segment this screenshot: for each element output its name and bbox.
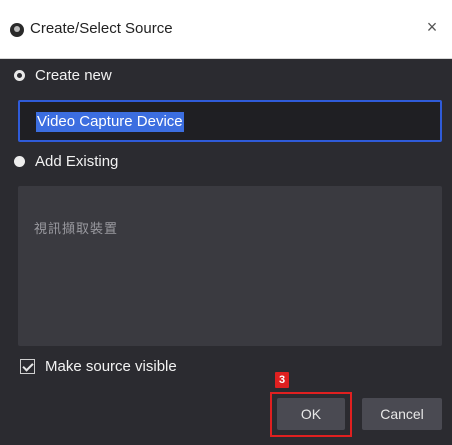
- add-existing-option[interactable]: Add Existing: [14, 153, 118, 170]
- make-visible-label: Make source visible: [45, 358, 177, 375]
- window-title: Create/Select Source: [30, 20, 173, 37]
- ok-highlight-box: [270, 392, 352, 437]
- checkbox-checked-icon[interactable]: [20, 359, 35, 374]
- create-new-option[interactable]: Create new: [14, 67, 112, 84]
- cancel-button[interactable]: Cancel: [362, 398, 442, 430]
- title-bar: Create/Select Source ×: [0, 0, 452, 59]
- radio-checked-icon[interactable]: [14, 70, 25, 81]
- make-visible-option[interactable]: Make source visible: [20, 358, 177, 375]
- step-badge: 3: [275, 372, 289, 388]
- source-name-value: Video Capture Device: [36, 112, 184, 132]
- radio-unchecked-icon[interactable]: [14, 156, 25, 167]
- existing-sources-list[interactable]: 視訊擷取裝置: [18, 186, 442, 346]
- list-item[interactable]: 視訊擷取裝置: [34, 218, 118, 237]
- obs-app-icon: [10, 23, 24, 37]
- create-new-label: Create new: [35, 67, 112, 84]
- source-name-input[interactable]: Video Capture Device: [18, 100, 442, 142]
- add-existing-label: Add Existing: [35, 153, 119, 170]
- close-button[interactable]: ×: [422, 16, 442, 38]
